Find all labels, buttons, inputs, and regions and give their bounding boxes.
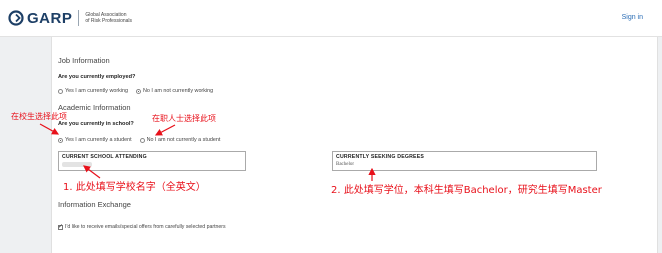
logo-text: GARP — [27, 9, 73, 27]
student-yes-option[interactable]: Yes I am currently a student — [58, 137, 132, 143]
school-field-label: CURRENT SCHOOL ATTENDING — [62, 154, 147, 160]
employed-yes-radio[interactable] — [58, 88, 63, 94]
logo-divider — [78, 10, 80, 26]
school-options: Yes I am currently a student No I am not… — [58, 137, 228, 143]
employed-no-label: No I am not currently working — [143, 88, 214, 94]
job-section-title: Job Information — [58, 56, 110, 65]
form-panel: Job Information Are you currently employ… — [51, 37, 658, 253]
garp-logo-icon — [8, 10, 24, 26]
academic-section-title: Academic Information — [58, 103, 131, 112]
student-no-radio[interactable] — [139, 137, 145, 143]
employed-options: Yes I am currently working No I am not c… — [58, 88, 221, 94]
worker-annotation: 在职人士选择此项 — [152, 114, 216, 123]
exchange-section-title: Information Exchange — [58, 200, 131, 209]
exchange-option[interactable]: I'd like to receive emails/special offer… — [58, 223, 226, 230]
student-yes-label: Yes I am currently a student — [65, 137, 132, 143]
school-question: Are you currently in school? — [58, 121, 134, 127]
employed-no-radio[interactable] — [136, 88, 142, 94]
degree-field-label: CURRENTLY SEEKING DEGREES — [336, 154, 425, 160]
degree-field[interactable]: CURRENTLY SEEKING DEGREES Bachelor — [332, 151, 597, 171]
school-annotation: 1. 此处填写学校名字（全英文） — [63, 182, 206, 193]
employed-yes-label: Yes I am currently working — [65, 88, 129, 94]
student-yes-radio[interactable] — [58, 137, 63, 143]
employed-yes-option[interactable]: Yes I am currently working — [58, 88, 128, 94]
degree-annotation: 2. 此处填写学位，本科生填写Bachelor，研究生填写Master — [331, 185, 602, 196]
sign-in-link[interactable]: Sign in — [622, 14, 643, 21]
school-field[interactable]: CURRENT SCHOOL ATTENDING — [58, 151, 246, 171]
garp-logo[interactable]: GARP Global Association of Risk Professi… — [8, 8, 149, 28]
degree-field-value: Bachelor — [336, 162, 355, 167]
employed-no-option[interactable]: No I am not currently working — [136, 88, 213, 94]
student-annotation: 在校生选择此项 — [11, 112, 67, 121]
student-no-label: No I am not currently a student — [146, 137, 221, 143]
school-field-redacted-value — [62, 162, 92, 167]
top-bar: GARP Global Association of Risk Professi… — [0, 0, 662, 37]
student-no-option[interactable]: No I am not currently a student — [139, 137, 221, 143]
partner-offers-label: I'd like to receive emails/special offer… — [65, 224, 226, 230]
employed-question: Are you currently employed? — [58, 74, 136, 80]
logo-subtitle: Global Association of Risk Professionals — [85, 12, 149, 24]
partner-offers-checkbox[interactable] — [58, 223, 63, 230]
logo-subtitle-line2: of Risk Professionals — [85, 18, 133, 24]
